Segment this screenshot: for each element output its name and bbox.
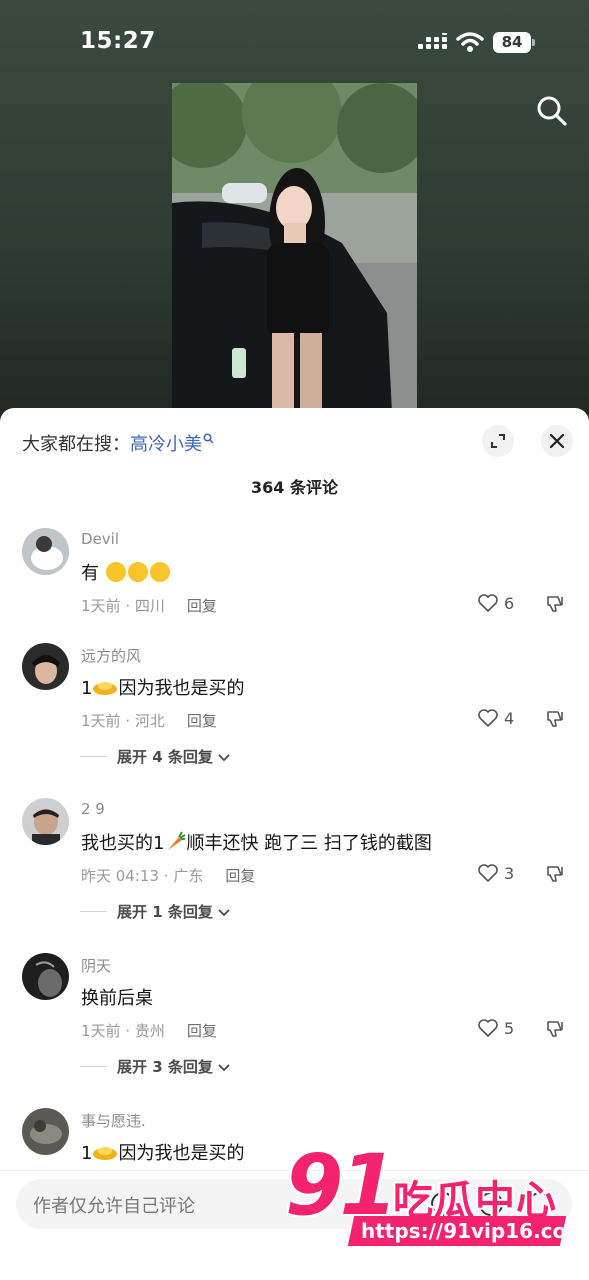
close-button[interactable] [541,425,573,457]
gold-ingot-emoji-icon [93,1147,118,1160]
reply-button[interactable]: 回复 [187,712,217,730]
avatar[interactable] [22,953,69,1000]
comment-text: 换前后桌 [81,988,153,1009]
close-icon [549,433,565,449]
expand-replies-button[interactable]: 展开 1 条回复 [80,901,230,922]
carrot-emoji-icon [168,831,186,850]
comment-text: 1 因为我也是买的 [81,1143,245,1164]
battery-level: 84 [493,32,531,53]
reply-button[interactable]: 回复 [225,867,255,885]
laughing-crying-emoji-icon [105,562,126,582]
comment-username[interactable]: 远方的风 [81,645,141,666]
dislike-icon[interactable] [544,863,566,885]
hot-search-label: 大家都在搜： [22,434,130,455]
chevron-down-icon [218,754,230,762]
like-count: 6 [504,594,515,613]
comment-text: 有 [81,559,171,585]
status-time: 15:27 [80,28,156,54]
comment-item: 阴天 换前后桌 1天前 · 贵州 回复 5 展开 3 条回复 [0,953,589,1076]
reply-button[interactable]: 回复 [187,597,217,615]
laughing-crying-emoji-icon [149,562,170,582]
like-button[interactable]: 5 [477,1017,537,1041]
expand-replies-button[interactable]: 展开 4 条回复 [80,746,230,767]
chevron-down-icon [218,1064,230,1072]
heart-icon [478,864,498,882]
like-button[interactable]: 3 [477,862,537,886]
comment-username[interactable]: 2 9 [81,800,105,818]
watermark-url: https://91vip16.com [361,1219,588,1243]
reply-button[interactable]: 回复 [187,1022,217,1040]
heart-icon [478,594,498,612]
comment-item: Devil 有 1天前 · 四川 回复 6 [0,528,589,638]
watermark-url-banner: https://91vip16.com [347,1216,587,1246]
search-icon[interactable] [536,95,568,127]
avatar[interactable] [22,643,69,690]
expand-icon [491,434,505,448]
dislike-icon[interactable] [544,708,566,730]
like-button[interactable]: 4 [477,707,537,731]
dislike-icon[interactable] [544,593,566,615]
expand-replies-button[interactable]: 展开 3 条回复 [80,1056,230,1077]
comments-count: 364 条评论 [251,478,338,497]
like-count: 4 [504,709,515,728]
heart-icon [478,709,498,727]
hot-search-bar[interactable]: 大家都在搜：高冷小美 [22,430,214,456]
chevron-down-icon [218,909,230,917]
avatar[interactable] [22,1108,69,1155]
dislike-icon[interactable] [544,1018,566,1040]
status-bar: 15:27 84 [0,0,589,86]
comment-text: 1 因为我也是买的 [81,678,245,699]
avatar[interactable] [22,798,69,845]
comment-item: 远方的风 1 因为我也是买的 1天前 · 河北 回复 4 展开 4 条回复 [0,643,589,766]
comment-username[interactable]: 事与愿违. [81,1110,146,1131]
comment-text: 我也买的1 顺丰还快 跑了三 扫了钱的截图 [81,829,432,855]
comment-input-placeholder: 作者仅允许自己评论 [33,1196,195,1217]
avatar[interactable] [22,528,69,575]
battery-icon: 84 [493,32,535,53]
like-button[interactable]: 6 [477,592,537,616]
like-count: 3 [504,864,515,883]
comment-meta: 昨天 04:13 · 广东 回复 [81,867,256,885]
video-frame-image[interactable] [172,83,417,413]
laughing-crying-emoji-icon [127,562,148,582]
comment-username[interactable]: Devil [81,530,119,548]
like-count: 5 [504,1019,515,1038]
expand-sheet-button[interactable] [482,425,514,457]
comment-meta: 1天前 · 贵州 回复 [81,1022,217,1040]
wifi-icon [456,32,484,52]
comment-meta: 1天前 · 河北 回复 [81,712,217,730]
hot-search-keyword[interactable]: 高冷小美 [130,434,202,455]
comment-meta: 1天前 · 四川 回复 [81,597,217,615]
watermark-logo: 91 吃瓜中心 https://91vip16.com [285,1140,587,1255]
comment-item: 2 9 我也买的1 顺丰还快 跑了三 扫了钱的截图 昨天 04:13 · 广东 回复… [0,798,589,921]
cellular-signal-icon [418,33,447,49]
gold-ingot-emoji-icon [93,682,118,695]
comment-username[interactable]: 阴天 [81,955,111,976]
heart-icon [478,1019,498,1037]
search-small-icon [203,433,214,444]
